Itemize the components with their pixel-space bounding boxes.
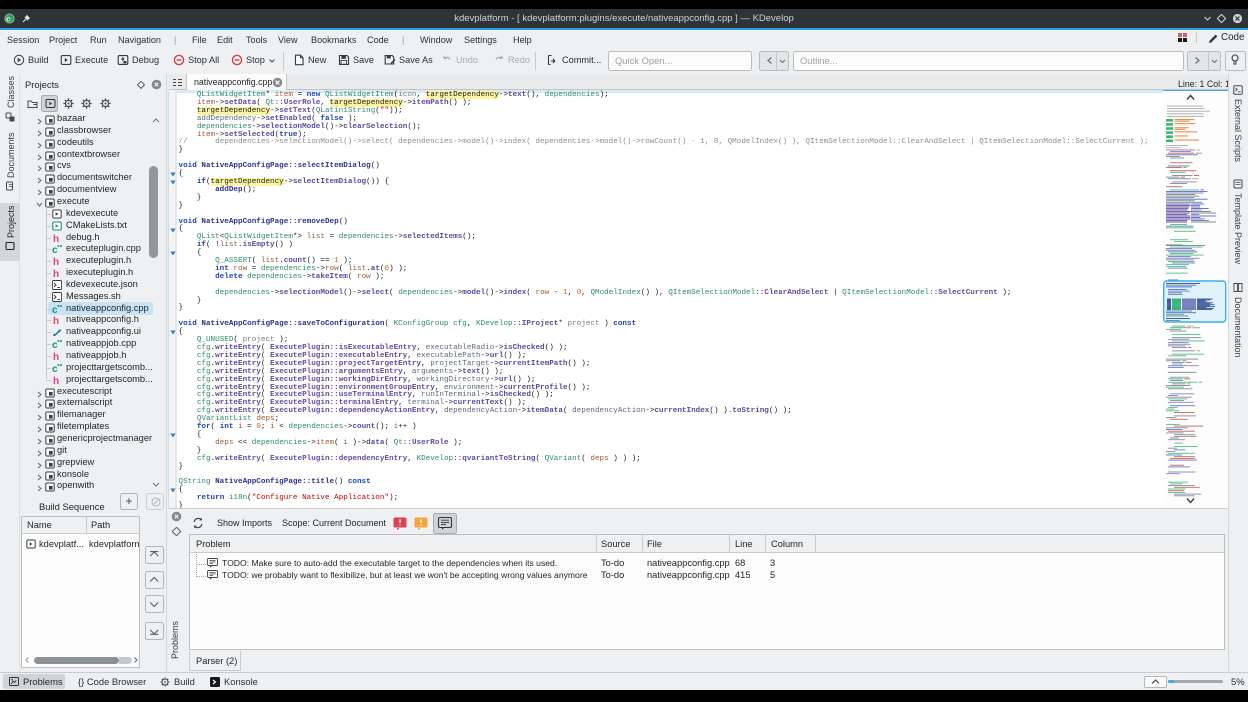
svg-text:h: h (53, 316, 59, 325)
svg-text:h: h (53, 269, 59, 278)
svg-text:h: h (53, 257, 59, 266)
svg-text:c: c (52, 245, 58, 254)
svg-text:c: c (52, 340, 58, 349)
svg-text:c: c (52, 305, 58, 314)
svg-text:h: h (53, 234, 59, 243)
svg-text:h: h (53, 376, 59, 385)
svg-text:h: h (53, 352, 59, 361)
svg-text:c: c (52, 364, 58, 373)
